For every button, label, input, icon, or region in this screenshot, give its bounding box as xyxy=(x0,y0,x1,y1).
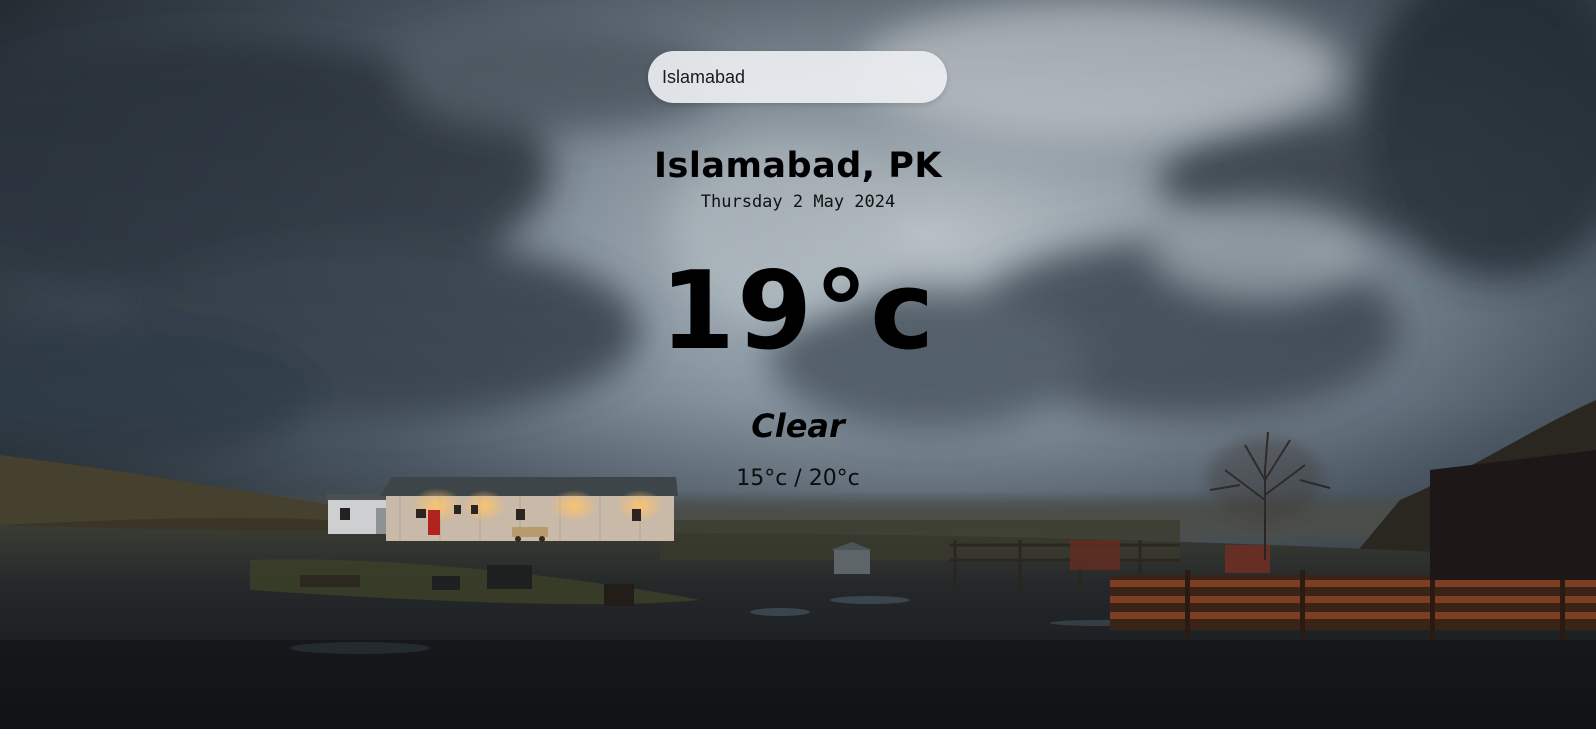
temperature-range: 15°c / 20°c xyxy=(736,466,860,491)
date-text: Thursday 2 May 2024 xyxy=(700,192,896,212)
weather-condition: Clear xyxy=(751,407,845,445)
search-bar[interactable] xyxy=(648,51,947,103)
location-title: Islamabad, PK xyxy=(653,146,943,186)
red-fence xyxy=(1110,570,1596,640)
temperature-value: 19°c xyxy=(659,249,937,374)
weather-app: Islamabad, PK Thursday 2 May 2024 19°c C… xyxy=(0,0,1596,729)
search-input[interactable] xyxy=(662,63,932,91)
